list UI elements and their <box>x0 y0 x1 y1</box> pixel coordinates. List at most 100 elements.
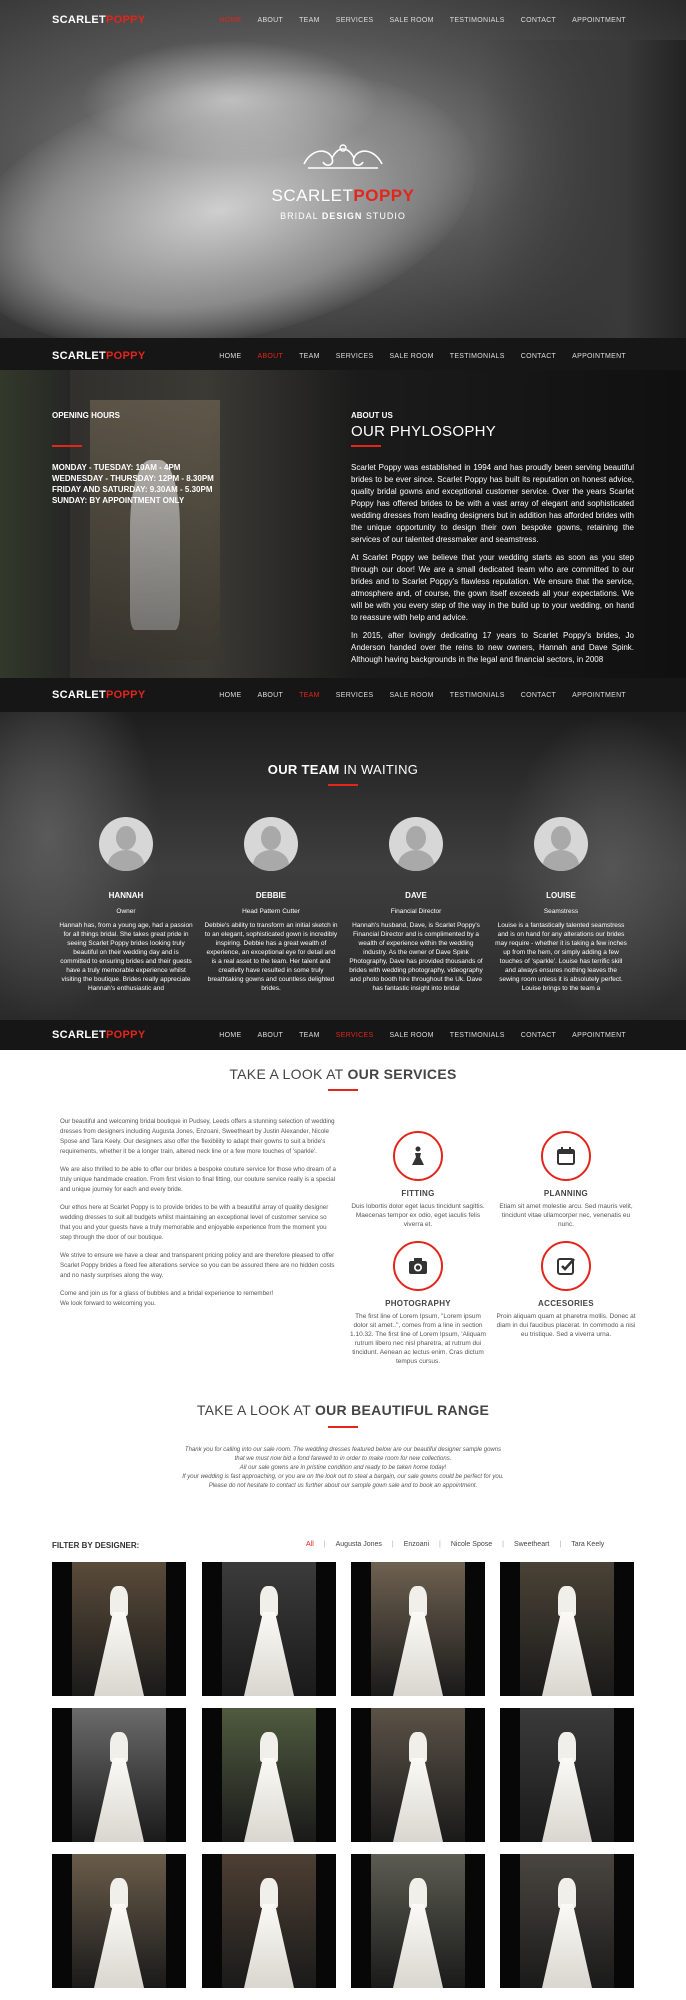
nav-about[interactable]: ABOUT <box>249 353 291 360</box>
logo-poppy: POPPY <box>106 14 146 26</box>
filter-tara-keely[interactable]: Tara Keely <box>561 1541 614 1548</box>
nav-services[interactable]: SERVICES <box>328 353 382 360</box>
filter-enzoani[interactable]: Enzoani <box>394 1541 439 1548</box>
gown-thumbnail[interactable] <box>52 1854 186 1988</box>
hero-section: SCARLETPOPPY BRIDAL DESIGN STUDIO <box>0 0 686 344</box>
service-planning[interactable]: PLANNING Etiam sit amet molestie arcu. S… <box>496 1131 636 1229</box>
sticky-navbar-team: SCARLETPOPPY HOME ABOUT TEAM SERVICES SALE R… <box>0 678 686 712</box>
tagline-part: STUDIO <box>362 211 406 221</box>
gown-thumbnail[interactable] <box>500 1562 634 1696</box>
member-bio: Louise is a fantastically talented seams… <box>495 922 627 992</box>
divider <box>328 1089 358 1091</box>
team-title-bold: OUR TEAM <box>267 762 340 777</box>
team-member-dave: DAVE Financial Director Hannah's husband… <box>346 817 486 993</box>
service-title: FITTING <box>401 1189 435 1198</box>
logo[interactable]: SCARLETPOPPY <box>52 1029 145 1041</box>
nav-sale-room[interactable]: SALE ROOM <box>381 1032 441 1039</box>
range-title-light: TAKE A LOOK AT <box>196 1402 315 1418</box>
nav-home[interactable]: HOME <box>211 17 249 24</box>
nav-team[interactable]: TEAM <box>291 692 328 699</box>
nav-team[interactable]: TEAM <box>291 1032 328 1039</box>
calendar-icon <box>541 1131 591 1181</box>
gown-thumbnail[interactable] <box>500 1708 634 1842</box>
gown-thumbnail[interactable] <box>52 1562 186 1696</box>
nav-team[interactable]: TEAM <box>291 353 328 360</box>
sticky-navbar-about: SCARLETPOPPY HOME ABOUT TEAM SERVICES SALE R… <box>0 338 686 374</box>
member-bio: Debbie's ability to transform an initial… <box>204 922 338 992</box>
logo-scarlet: SCARLET <box>52 14 107 26</box>
services-paragraph: We strive to ensure we have a clear and … <box>60 1252 335 1279</box>
team-member-hannah: HANNAH Owner Hannah has, from a young ag… <box>56 817 196 993</box>
logo-poppy: POPPY <box>106 350 146 362</box>
gown-thumbnail[interactable] <box>202 1562 336 1696</box>
services-title-bold: OUR SERVICES <box>347 1066 457 1082</box>
logo[interactable]: SCARLETPOPPY <box>52 689 145 701</box>
gown-thumbnail[interactable] <box>52 1708 186 1842</box>
nav-sale-room[interactable]: SALE ROOM <box>381 17 441 24</box>
nav-about[interactable]: ABOUT <box>249 692 291 699</box>
nav-services[interactable]: SERVICES <box>328 1032 382 1039</box>
nav-contact[interactable]: CONTACT <box>513 17 564 24</box>
filter-augusta-jones[interactable]: Augusta Jones <box>326 1541 392 1548</box>
service-text: Duis lobortis dolor eget lacus tincidunt… <box>351 1203 485 1228</box>
nav-appointment[interactable]: APPOINTMENT <box>564 692 634 699</box>
gown-thumbnail[interactable] <box>202 1854 336 1988</box>
nav-about[interactable]: ABOUT <box>249 17 291 24</box>
brand-scarlet: SCARLET <box>271 186 354 205</box>
about-section: OPENING HOURS MONDAY - TUESDAY: 10AM - 4… <box>0 370 686 685</box>
range-text: Thank you for calling into our sale room… <box>170 1446 516 1491</box>
logo[interactable]: SCARLETPOPPY <box>52 14 145 26</box>
nav-testimonials[interactable]: TESTIMONIALS <box>442 692 513 699</box>
service-accesories[interactable]: ACCESORIES Proin aliquam quam at pharetr… <box>496 1241 636 1339</box>
nav-testimonials[interactable]: TESTIMONIALS <box>442 1032 513 1039</box>
filter-label: FILTER BY DESIGNER: <box>52 1541 140 1550</box>
filter-all[interactable]: All <box>296 1541 324 1548</box>
nav-testimonials[interactable]: TESTIMONIALS <box>442 353 513 360</box>
avatar <box>99 817 153 871</box>
logo[interactable]: SCARLETPOPPY <box>52 350 145 362</box>
tagline-bold: DESIGN <box>321 211 363 221</box>
team-title-rest: IN WAITING <box>339 762 419 777</box>
nav-appointment[interactable]: APPOINTMENT <box>564 1032 634 1039</box>
nav-home[interactable]: HOME <box>211 353 249 360</box>
hours-line: FRIDAY AND SATURDAY: 9.30AM - 5.30PM <box>52 485 213 494</box>
logo-scarlet: SCARLET <box>52 689 107 701</box>
member-name: LOUISE <box>546 891 576 900</box>
gown-thumbnail[interactable] <box>500 1854 634 1988</box>
nav-contact[interactable]: CONTACT <box>513 1032 564 1039</box>
gown-thumbnail[interactable] <box>351 1708 485 1842</box>
service-title: PLANNING <box>543 1189 589 1198</box>
nav-appointment[interactable]: APPOINTMENT <box>564 353 634 360</box>
team-member-louise: LOUISE Seamstress Louise is a fantastica… <box>491 817 631 993</box>
services-text: Our beautiful and welcoming bridal bouti… <box>60 1117 338 1317</box>
nav-services[interactable]: SERVICES <box>328 17 382 24</box>
nav-sale-room[interactable]: SALE ROOM <box>381 692 441 699</box>
hours-line: MONDAY - TUESDAY: 10AM - 4PM <box>52 463 181 472</box>
nav-services[interactable]: SERVICES <box>328 692 382 699</box>
nav-team[interactable]: TEAM <box>291 17 328 24</box>
nav-about[interactable]: ABOUT <box>249 1032 291 1039</box>
range-title-bold: OUR BEAUTIFUL RANGE <box>314 1402 490 1418</box>
nav-contact[interactable]: CONTACT <box>513 353 564 360</box>
gown-thumbnail[interactable] <box>351 1854 485 1988</box>
nav-sale-room[interactable]: SALE ROOM <box>381 353 441 360</box>
nav-home[interactable]: HOME <box>211 692 249 699</box>
member-role: Financial Director <box>390 908 442 915</box>
filter-sweetheart[interactable]: Sweetheart <box>504 1541 559 1548</box>
nav-contact[interactable]: CONTACT <box>513 692 564 699</box>
service-text: Proin aliquam quam at pharetra mollis. D… <box>496 1313 636 1338</box>
service-fitting[interactable]: FITTING Duis lobortis dolor eget lacus t… <box>348 1131 488 1229</box>
gown-thumbnail[interactable] <box>351 1562 485 1696</box>
gown-thumbnail[interactable] <box>202 1708 336 1842</box>
opening-hours-list: MONDAY - TUESDAY: 10AM - 4PM WEDNESDAY -… <box>52 462 214 506</box>
hero-tagline: BRIDAL DESIGN STUDIO <box>0 211 686 221</box>
divider <box>52 445 82 447</box>
nav-home[interactable]: HOME <box>211 1032 249 1039</box>
services-paragraph: We are also thrilled to be able to offer… <box>60 1166 336 1193</box>
nav-appointment[interactable]: APPOINTMENT <box>564 17 634 24</box>
filter-nicole-spose[interactable]: Nicole Spose <box>441 1541 502 1548</box>
about-text: Scarlet Poppy was established in 1994 an… <box>351 462 634 672</box>
nav-testimonials[interactable]: TESTIMONIALS <box>442 17 513 24</box>
service-photography[interactable]: PHOTOGRAPHY The first line of Lorem Ipsu… <box>348 1241 488 1366</box>
about-paragraph: In 2015, after lovingly dedicating 17 ye… <box>351 631 634 664</box>
